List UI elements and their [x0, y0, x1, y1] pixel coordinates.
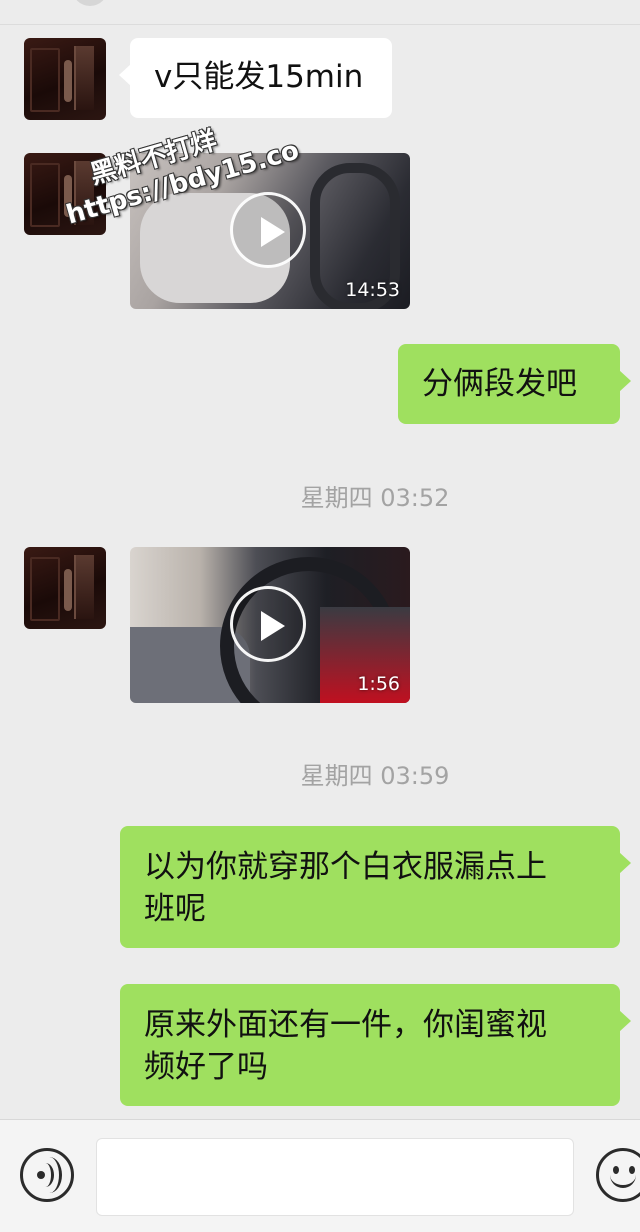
avatar-frame [30, 557, 60, 621]
message-bubble-incoming[interactable]: v只能发15min [119, 38, 392, 118]
message-text-line: 频好了吗 [144, 1049, 268, 1085]
message-bubble-outgoing[interactable]: 以为你就穿那个白衣服漏点上 班呢 [120, 826, 631, 948]
voice-icon-wave [37, 1157, 62, 1193]
message-input[interactable] [96, 1138, 574, 1216]
contact-avatar[interactable] [24, 547, 106, 629]
video-duration: 1:56 [357, 673, 400, 695]
timestamp: 星期四 03:52 [300, 484, 450, 512]
avatar-door [74, 46, 94, 110]
cutoff-element [72, 0, 108, 6]
message-bubble-outgoing[interactable]: 分俩段发吧 [398, 344, 631, 424]
input-bar [0, 1119, 640, 1232]
avatar-frame [30, 48, 60, 112]
emoji-icon-mouth [610, 1171, 636, 1188]
video-message[interactable]: 1:56 [130, 547, 410, 703]
voice-icon[interactable] [20, 1148, 74, 1202]
video-message[interactable]: 14:53 [130, 153, 410, 309]
message-text-line: 班呢 [144, 891, 206, 927]
contact-avatar[interactable] [24, 153, 106, 235]
avatar-figure [64, 175, 72, 217]
play-icon[interactable] [230, 586, 306, 662]
avatar-figure [64, 60, 72, 102]
previous-message-edge [0, 0, 640, 25]
avatar-figure [64, 569, 72, 611]
avatar-door [74, 161, 94, 225]
message-bubble-outgoing[interactable]: 原来外面还有一件，你闺蜜视 频好了吗 [120, 984, 631, 1106]
message-text-line: 原来外面还有一件，你闺蜜视 [144, 1007, 547, 1043]
emoji-icon[interactable] [596, 1148, 640, 1202]
message-text-line: 以为你就穿那个白衣服漏点上 [144, 849, 547, 885]
timestamp: 星期四 03:59 [300, 762, 450, 790]
play-icon[interactable] [230, 192, 306, 268]
message-text: v只能发15min [154, 59, 364, 95]
contact-avatar[interactable] [24, 38, 106, 120]
message-text: 分俩段发吧 [422, 366, 577, 402]
avatar-door [74, 555, 94, 619]
avatar-frame [30, 163, 60, 227]
video-duration: 14:53 [345, 279, 400, 301]
